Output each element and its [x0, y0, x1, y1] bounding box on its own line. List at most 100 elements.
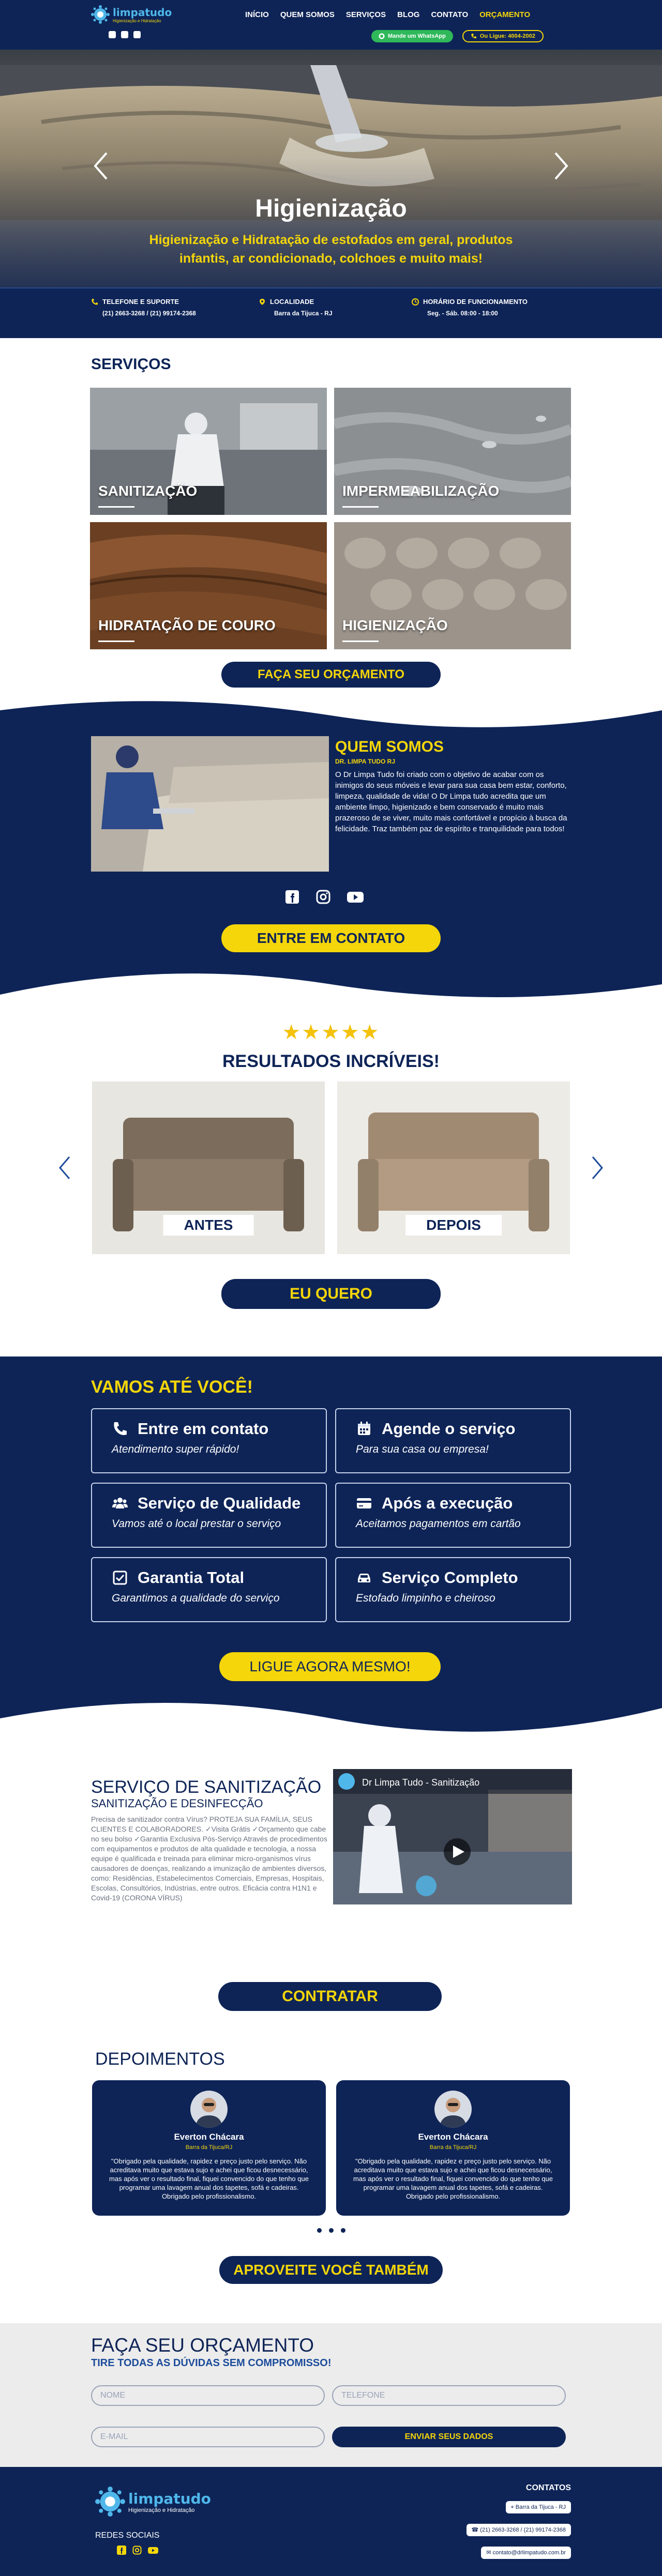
testimonial-location: Barra da Tijuca/RJ — [185, 2144, 233, 2151]
carousel-dot[interactable] — [328, 2228, 334, 2233]
aproveite-button[interactable]: APROVEITE VOCÊ TAMBÉM — [219, 2256, 443, 2284]
carousel-dots — [0, 2228, 662, 2233]
before-label: ANTES — [163, 1215, 254, 1236]
info-location: LOCALIDADE Barra da Tijuca - RJ — [259, 298, 333, 317]
service-card-hidratacao-couro[interactable]: HIDRATAÇÃO DE COURO — [90, 522, 327, 649]
site-header: limpatudo Higienização e Hidratação INÍC… — [0, 0, 662, 50]
checkbox-icon — [113, 1571, 127, 1585]
mail-icon: ✉ — [486, 2550, 493, 2556]
quote-title: FAÇA SEU ORÇAMENTO — [91, 2335, 314, 2356]
testimonials-title: DEPOIMENTOS — [95, 2049, 225, 2069]
submit-button[interactable]: ENVIAR SEUS DADOS — [332, 2427, 566, 2447]
hero-next-arrow-icon[interactable] — [550, 150, 571, 181]
service-card-higienizacao[interactable]: HIGIENIZAÇÃO — [334, 522, 571, 649]
call-now-button[interactable]: LIGUE AGORA MESMO! — [219, 1652, 441, 1681]
about-title: QUEM SOMOS — [335, 738, 444, 755]
hero-subtitle: Higienização e Hidratação de estofados e… — [149, 233, 513, 266]
footer-logo[interactable]: limpatudo Higienização e Hidratação — [95, 2487, 211, 2517]
footer-email[interactable]: ✉ contato@drlimpatudo.com.br — [481, 2547, 571, 2559]
instagram-icon[interactable] — [315, 889, 331, 905]
feature-card: Agende o serviço Para sua casa ou empres… — [335, 1408, 571, 1473]
feature-card: Garantia Total Garantimos a qualidade do… — [91, 1557, 327, 1622]
footer-logo-tagline: Higienização e Hidratação — [128, 2507, 195, 2513]
results-next-arrow-icon[interactable] — [590, 1155, 605, 1181]
video-player[interactable]: Dr Limpa Tudo - Sanitização — [333, 1769, 572, 1904]
nav-inicio[interactable]: INÍCIO — [245, 10, 269, 19]
logo[interactable]: limpatudo Higienização e Hidratação — [91, 5, 172, 24]
instagram-icon[interactable] — [121, 31, 128, 38]
video-title[interactable]: Dr Limpa Tudo - Sanitização — [362, 1777, 479, 1788]
facebook-icon[interactable] — [109, 31, 116, 38]
contact-button[interactable]: ENTRE EM CONTATO — [221, 924, 441, 952]
testimonial-name: Everton Chácara — [418, 2132, 488, 2142]
youtube-icon[interactable] — [148, 2545, 158, 2555]
main-nav: INÍCIO QUEM SOMOS SERVIÇOS BLOG CONTATO … — [245, 10, 530, 19]
testimonial-text: "Obrigado pela qualidade, rapidez e preç… — [353, 2157, 553, 2200]
whatsapp-button[interactable]: Mande um WhatsApp — [371, 30, 453, 42]
service-card-impermeabilizacao[interactable]: IMPERMEABILIZAÇÃO — [334, 388, 571, 515]
phone-icon: ☎ — [471, 2527, 480, 2533]
car-icon — [358, 1574, 370, 1582]
contratar-button[interactable]: CONTRATAR — [218, 1982, 442, 2011]
calendar-icon — [358, 1422, 370, 1435]
facebook-icon[interactable] — [284, 889, 300, 905]
name-field[interactable]: NOME — [91, 2385, 325, 2406]
sanitization-title: SERVIÇO DE SANITIZAÇÃO — [91, 1777, 322, 1797]
info-phone-value[interactable]: (21) 2663-3268 / (21) 99174-2368 — [102, 310, 196, 317]
feature-subtitle: Atendimento super rápido! — [112, 1443, 239, 1455]
nav-quem-somos[interactable]: QUEM SOMOS — [280, 10, 335, 19]
info-location-value: Barra da Tijuca - RJ — [274, 310, 333, 317]
feature-title: Entre em contato — [138, 1420, 269, 1438]
results-section: ★★★★★ RESULTADOS INCRÍVEIS! ANTES DEPOIS — [0, 1005, 662, 1356]
facebook-icon[interactable] — [117, 2545, 126, 2555]
info-hours-label: HORÁRIO DE FUNCIONAMENTO — [423, 298, 528, 306]
orcamento-button[interactable]: FAÇA SEU ORÇAMENTO — [221, 662, 441, 688]
service-label: HIDRATAÇÃO DE COURO — [98, 617, 276, 633]
eu-quero-button[interactable]: EU QUERO — [221, 1279, 441, 1309]
feature-card: Entre em contato Atendimento super rápid… — [91, 1408, 327, 1473]
phone-icon — [92, 298, 98, 304]
video-thumbnail — [333, 1769, 572, 1904]
results-prev-arrow-icon[interactable] — [57, 1155, 72, 1181]
features-title: VAMOS ATÉ VOCÊ! — [91, 1377, 253, 1397]
nav-servicos[interactable]: SERVIÇOS — [346, 10, 386, 19]
feature-title: Serviço Completo — [382, 1568, 518, 1587]
instagram-icon[interactable] — [132, 2545, 142, 2555]
footer-social-links — [117, 2545, 158, 2555]
sanitization-section: SERVIÇO DE SANITIZAÇÃO SANITIZAÇÃO E DES… — [0, 1769, 662, 2049]
nav-contato[interactable]: CONTATO — [431, 10, 468, 19]
nav-blog[interactable]: BLOG — [397, 10, 419, 19]
feature-subtitle: Para sua casa ou empresa! — [356, 1443, 489, 1455]
testimonial-name: Everton Chácara — [174, 2132, 244, 2142]
whatsapp-icon — [379, 33, 385, 39]
header-social-links — [109, 31, 141, 38]
call-button-label: Ou Ligue: 4004-2002 — [479, 33, 535, 39]
about-photo — [91, 736, 329, 872]
call-button[interactable]: Ou Ligue: 4004-2002 — [462, 30, 544, 42]
phone-field[interactable]: TELEFONE — [332, 2385, 566, 2406]
carousel-dot[interactable] — [317, 2228, 322, 2233]
services-title: SERVIÇOS — [91, 356, 171, 373]
whatsapp-button-label: Mande um WhatsApp — [388, 33, 446, 39]
hero-prev-arrow-icon[interactable] — [91, 150, 112, 181]
logo-tagline: Higienização e Hidratação — [113, 18, 161, 23]
feature-title: Agende o serviço — [382, 1420, 516, 1438]
footer-phone[interactable]: ☎ (21) 2663-3268 / (21) 99174-2368 — [466, 2524, 571, 2536]
service-underline — [342, 506, 379, 508]
quote-form-section: FAÇA SEU ORÇAMENTO TIRE TODAS AS DÚVIDAS… — [0, 2323, 662, 2467]
feature-card: Após a execução Aceitamos pagamentos em … — [335, 1483, 571, 1548]
quote-subtitle: TIRE TODAS AS DÚVIDAS SEM COMPROMISSO! — [91, 2357, 332, 2369]
nav-orcamento[interactable]: ORÇAMENTO — [479, 10, 530, 19]
service-card-sanitizacao[interactable]: SANITIZAÇÃO — [90, 388, 327, 515]
info-hours-value: Seg. - Sáb. 08:00 - 18:00 — [427, 310, 498, 317]
before-image: ANTES — [92, 1081, 325, 1254]
service-label: HIGIENIZAÇÃO — [342, 617, 448, 633]
email-field[interactable]: E-MAIL — [91, 2427, 325, 2447]
youtube-icon[interactable] — [347, 889, 364, 905]
carousel-dot[interactable] — [340, 2228, 345, 2233]
users-icon — [112, 1498, 128, 1508]
sanitization-subtitle: SANITIZAÇÃO E DESINFECÇÃO — [91, 1797, 263, 1810]
youtube-icon[interactable] — [133, 31, 141, 38]
footer-logo-name: limpatudo — [128, 2490, 211, 2507]
testimonial-location: Barra da Tijuca/RJ — [429, 2144, 477, 2151]
